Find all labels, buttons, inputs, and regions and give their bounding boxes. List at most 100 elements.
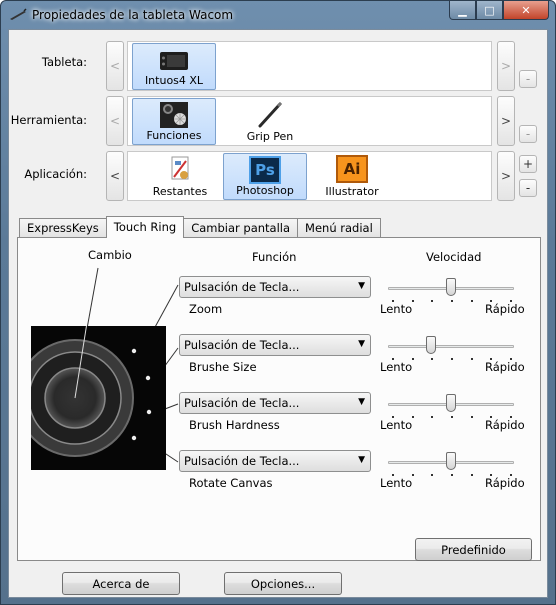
aplicacion-label: Aplicación: — [24, 167, 87, 181]
aplicacion-remove-button[interactable]: - — [519, 179, 537, 197]
tab-expresskeys[interactable]: ExpressKeys — [19, 218, 107, 238]
function-2-dropdown[interactable]: Pulsación de Tecla... ▼ — [179, 334, 371, 356]
aplicacion-next-button[interactable]: > — [497, 151, 515, 201]
dropdown-arrow-icon: ▼ — [358, 281, 365, 291]
tableta-prev-button[interactable]: < — [106, 41, 124, 91]
dialog-body: Tableta: < Intuos4 XL > - Herramienta: <… — [8, 29, 548, 598]
tile-label: Illustrator — [325, 185, 379, 198]
acerca-de-button[interactable]: Acerca de — [62, 572, 180, 595]
herramienta-remove-button[interactable]: - — [519, 125, 537, 143]
slow-label: Lento — [380, 476, 413, 490]
function-4-value: Pulsación de Tecla... — [184, 454, 300, 468]
aplicacion-prev-button[interactable]: < — [106, 151, 124, 201]
minimize-icon: ▁ — [458, 3, 467, 17]
fast-label: Rápido — [485, 418, 525, 432]
tile-illustrator[interactable]: Ai Illustrator — [310, 153, 394, 200]
slider-tick — [451, 416, 453, 418]
function-2-value: Pulsación de Tecla... — [184, 338, 300, 352]
tile-intuos4-xl[interactable]: Intuos4 XL — [132, 43, 216, 90]
function-3-dropdown[interactable]: Pulsación de Tecla... ▼ — [179, 392, 371, 414]
illustrator-icon: Ai — [336, 155, 368, 183]
tableta-remove-button[interactable]: - — [519, 70, 537, 88]
slider-tick — [470, 416, 473, 418]
touch-ring-icon — [16, 265, 152, 457]
slider-thumb[interactable] — [446, 452, 456, 470]
slow-label: Lento — [380, 302, 413, 316]
slider-tick — [451, 358, 453, 360]
slider-tick — [431, 474, 434, 476]
slider-tick — [470, 358, 473, 360]
tile-restantes[interactable]: Restantes — [138, 153, 222, 200]
tab-bar: ExpressKeys Touch Ring Cambiar pantalla … — [19, 216, 381, 238]
slow-label: Lento — [380, 418, 413, 432]
slow-label: Lento — [380, 360, 413, 374]
aplicacion-strip: Restantes Ps Photoshop Ai Illustrator — [127, 151, 492, 201]
title-bar: Propiedades de la tableta Wacom ▁ □ ✕ — [1, 1, 555, 29]
chevron-left-icon: < — [109, 114, 121, 128]
slider-tick — [431, 416, 434, 418]
pen-icon — [258, 101, 283, 128]
tile-label: Funciones — [146, 129, 202, 142]
window-title: Propiedades de la tableta Wacom — [32, 8, 234, 22]
touch-ring-image — [16, 265, 166, 470]
chevron-right-icon: > — [500, 59, 512, 73]
function-4-label: Rotate Canvas — [189, 476, 273, 490]
herramienta-next-button[interactable]: > — [497, 96, 515, 146]
pen-tablet-icon — [10, 8, 27, 20]
tile-grip-pen[interactable]: Grip Pen — [228, 98, 312, 145]
function-2-label: Brushe Size — [189, 360, 257, 374]
chevron-right-icon: > — [500, 114, 512, 128]
slider-tick — [470, 300, 473, 302]
predefinido-button[interactable]: Predefinido — [415, 538, 532, 561]
maximize-button[interactable]: □ — [476, 1, 503, 20]
slider-thumb[interactable] — [446, 394, 456, 412]
slider-thumb[interactable] — [446, 278, 456, 296]
touch-ring-panel: Cambio Función Velocidad Pulsación de Te… — [16, 237, 541, 561]
fast-label: Rápido — [485, 302, 525, 316]
slider-tick — [451, 300, 453, 302]
tableta-label: Tableta: — [41, 55, 87, 69]
tile-label: Restantes — [152, 185, 208, 198]
dropdown-arrow-icon: ▼ — [358, 397, 365, 407]
tableta-next-button[interactable]: > — [497, 41, 515, 91]
all-apps-icon — [171, 156, 189, 180]
aplicacion-add-button[interactable]: + — [519, 155, 537, 173]
chevron-left-icon: < — [109, 169, 121, 183]
tab-touch-ring[interactable]: Touch Ring — [105, 216, 185, 238]
minimize-button[interactable]: ▁ — [449, 1, 476, 20]
tile-funciones[interactable]: Funciones — [132, 98, 216, 145]
slider-tick — [470, 474, 473, 476]
tab-menu-radial[interactable]: Menú radial — [297, 218, 381, 238]
tile-label: Grip Pen — [246, 130, 294, 143]
herramienta-label: Herramienta: — [10, 113, 87, 127]
slider-thumb[interactable] — [426, 336, 437, 354]
dropdown-arrow-icon: ▼ — [358, 455, 365, 465]
slider-tick — [451, 474, 453, 476]
function-3-value: Pulsación de Tecla... — [184, 396, 300, 410]
plus-icon: + — [522, 157, 534, 171]
dropdown-arrow-icon: ▼ — [358, 339, 365, 349]
minus-icon: - — [525, 127, 531, 141]
window: Propiedades de la tableta Wacom ▁ □ ✕ Ta… — [0, 0, 556, 605]
function-1-label: Zoom — [189, 302, 223, 316]
fast-label: Rápido — [485, 476, 525, 490]
close-button[interactable]: ✕ — [503, 1, 549, 20]
tablet-icon — [160, 52, 188, 70]
tab-cambiar-pantalla[interactable]: Cambiar pantalla — [183, 218, 299, 238]
tile-label: Photoshop — [236, 184, 294, 197]
opciones-button[interactable]: Opciones... — [224, 572, 342, 595]
tile-photoshop[interactable]: Ps Photoshop — [223, 153, 307, 200]
fast-label: Rápido — [485, 360, 525, 374]
minus-icon: - — [525, 72, 531, 86]
herramienta-strip: Funciones Grip Pen — [127, 96, 492, 146]
maximize-icon: □ — [484, 3, 495, 17]
function-4-dropdown[interactable]: Pulsación de Tecla... ▼ — [179, 450, 371, 472]
tableta-strip: Intuos4 XL — [127, 41, 492, 91]
chevron-right-icon: > — [500, 169, 512, 183]
close-icon: ✕ — [521, 3, 531, 17]
herramienta-prev-button[interactable]: < — [106, 96, 124, 146]
slider-tick — [431, 300, 434, 302]
functions-icon — [160, 102, 188, 128]
chevron-left-icon: < — [109, 59, 121, 73]
function-1-dropdown[interactable]: Pulsación de Tecla... ▼ — [179, 276, 371, 298]
